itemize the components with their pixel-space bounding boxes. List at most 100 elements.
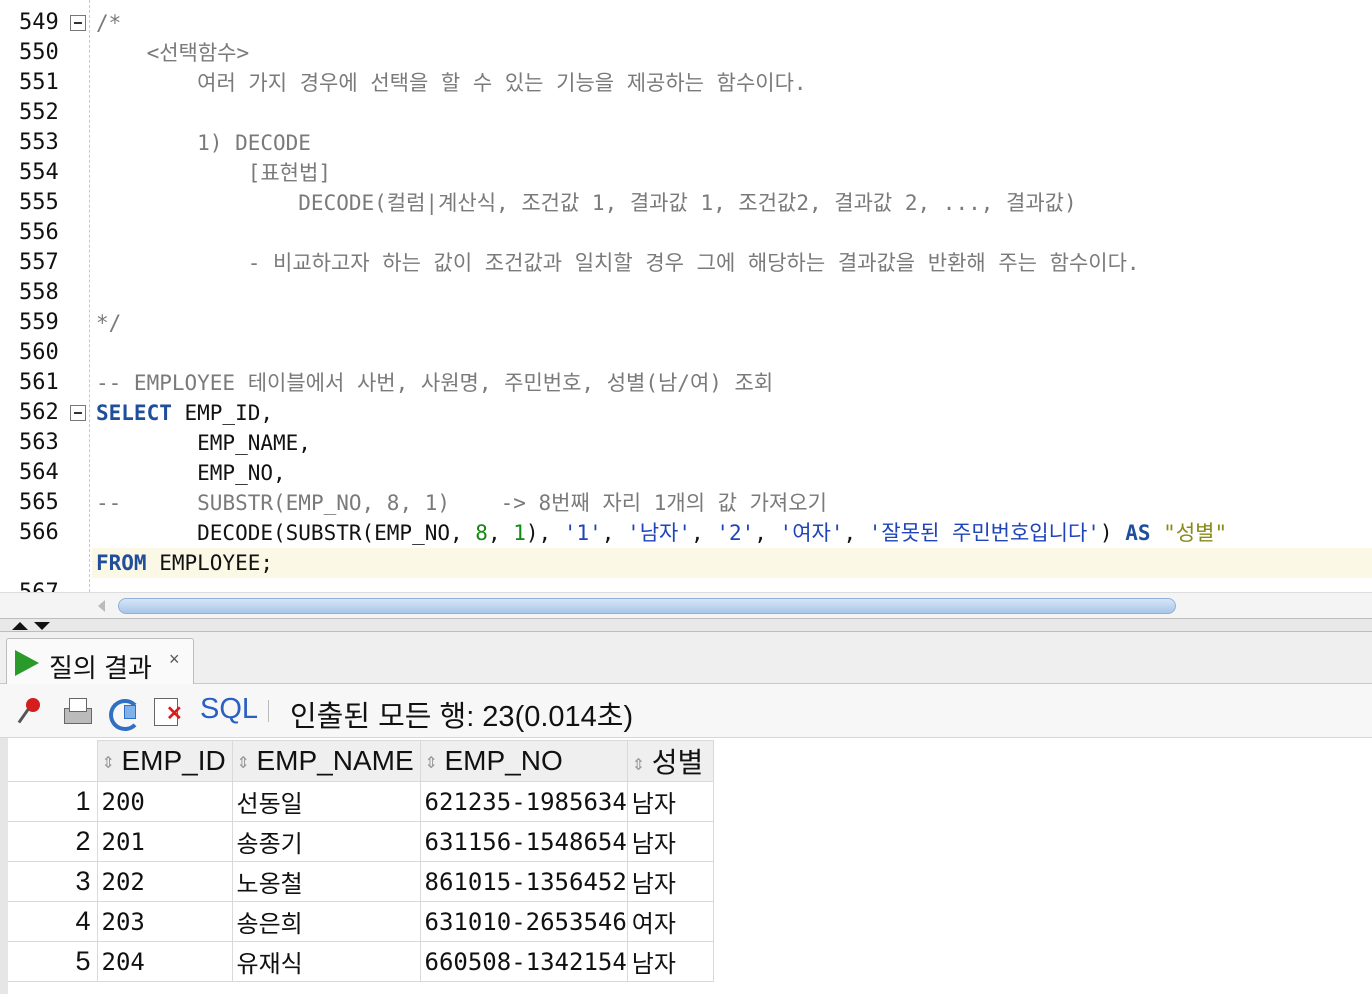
column-header-emp-no[interactable]: ⇕ EMP_NO bbox=[419, 740, 628, 782]
line-number: 550 bbox=[19, 40, 59, 65]
pin-icon[interactable] bbox=[16, 696, 48, 726]
code-line: DECODE(컬럼|계산식, 조건값 1, 결과값 1, 조건값2, 결과값 2… bbox=[96, 191, 1077, 215]
cell-emp-name[interactable]: 유재식 bbox=[231, 941, 421, 982]
gutter-scroll-strip bbox=[0, 592, 92, 618]
table-row[interactable]: 4 203 송은희 631010-2653546 여자 bbox=[8, 901, 714, 942]
splitter-down-arrow-icon[interactable] bbox=[34, 622, 50, 630]
code-text: , bbox=[601, 521, 628, 545]
number-literal: 1 bbox=[513, 521, 526, 545]
line-number: 558 bbox=[19, 280, 59, 305]
sort-icon[interactable]: ⇕ bbox=[632, 755, 646, 774]
grid-left-edge bbox=[0, 738, 8, 994]
clear-results-icon[interactable] bbox=[152, 696, 184, 726]
sql-keyword: SELECT bbox=[96, 401, 172, 425]
cell-emp-no[interactable]: 631010-2653546 bbox=[419, 901, 628, 942]
row-number: 5 bbox=[8, 941, 98, 982]
line-number: 567 bbox=[19, 578, 59, 592]
sort-icon[interactable]: ⇕ bbox=[237, 753, 251, 772]
line-number: 562 bbox=[19, 400, 59, 425]
cell-emp-name[interactable]: 노옹철 bbox=[231, 861, 421, 902]
table-row[interactable]: 5 204 유재식 660508-1342154 남자 bbox=[8, 941, 714, 982]
line-number: 556 bbox=[19, 220, 59, 245]
cell-emp-name[interactable]: 송종기 bbox=[231, 821, 421, 862]
tab-close-icon[interactable]: × bbox=[169, 649, 180, 670]
line-number: 553 bbox=[19, 130, 59, 155]
panel-splitter[interactable] bbox=[0, 618, 1372, 632]
sort-icon[interactable]: ⇕ bbox=[102, 753, 116, 772]
cell-emp-no[interactable]: 861015-1356452 bbox=[419, 861, 628, 902]
code-text: , bbox=[487, 521, 514, 545]
cell-gender[interactable]: 남자 bbox=[626, 781, 714, 822]
code-line: 1) DECODE bbox=[96, 131, 311, 155]
column-header-emp-id[interactable]: ⇕ EMP_ID bbox=[96, 740, 233, 782]
code-text: EMP_ID, bbox=[171, 401, 274, 425]
sql-editor[interactable]: 548 549 550 551 552 553 554 555 556 557 … bbox=[0, 0, 1372, 592]
line-number: 552 bbox=[19, 100, 59, 125]
line-number: 554 bbox=[19, 160, 59, 185]
string-literal: '남자' bbox=[627, 521, 692, 545]
line-number: 564 bbox=[19, 460, 59, 485]
line-number: 557 bbox=[19, 250, 59, 275]
cell-gender[interactable]: 여자 bbox=[626, 901, 714, 942]
line-number: 551 bbox=[19, 70, 59, 95]
row-number: 4 bbox=[8, 901, 98, 942]
code-text: ), bbox=[525, 521, 564, 545]
code-line: SELECT EMP_ID, bbox=[96, 398, 273, 428]
table-row[interactable]: 2 201 송종기 631156-1548654 남자 bbox=[8, 821, 714, 862]
alias-literal: "성별" bbox=[1163, 521, 1228, 545]
tab-query-result[interactable]: 질의 결과 × bbox=[6, 638, 194, 685]
line-number: 565 bbox=[19, 490, 59, 515]
fold-collapse-icon[interactable] bbox=[70, 15, 86, 31]
code-line: EMP_NO, bbox=[96, 461, 286, 485]
results-toolbar: SQL 인출된 모든 행: 23(0.014초) bbox=[0, 684, 1372, 738]
horizontal-scrollbar[interactable] bbox=[92, 592, 1372, 618]
code-text: , bbox=[843, 521, 869, 545]
cell-emp-no[interactable]: 631156-1548654 bbox=[419, 821, 628, 862]
print-icon[interactable] bbox=[60, 696, 92, 726]
line-number-gutter: 548 549 550 551 552 553 554 555 556 557 … bbox=[0, 0, 92, 592]
code-line: -- SUBSTR(EMP_NO, 8, 1) -> 8번째 자리 1개의 값 … bbox=[96, 488, 827, 518]
table-row[interactable]: 1 200 선동일 621235-1985634 남자 bbox=[8, 781, 714, 822]
cell-emp-id[interactable]: 200 bbox=[96, 781, 233, 822]
sql-keyword: FROM bbox=[96, 551, 147, 575]
sort-icon[interactable]: ⇕ bbox=[425, 753, 439, 772]
column-header-label: 성별 bbox=[651, 747, 704, 778]
cell-emp-name[interactable]: 선동일 bbox=[231, 781, 421, 822]
fold-collapse-icon[interactable] bbox=[70, 405, 86, 421]
cell-gender[interactable]: 남자 bbox=[626, 821, 714, 862]
string-literal: '여자' bbox=[779, 521, 844, 545]
scrollbar-thumb[interactable] bbox=[118, 598, 1176, 614]
cell-emp-id[interactable]: 204 bbox=[96, 941, 233, 982]
column-header-gender[interactable]: ⇕ 성별 bbox=[626, 740, 714, 782]
code-line: /* bbox=[96, 11, 122, 35]
cell-emp-no[interactable]: 621235-1985634 bbox=[419, 781, 628, 822]
cell-emp-no[interactable]: 660508-1342154 bbox=[419, 941, 628, 982]
cell-emp-id[interactable]: 201 bbox=[96, 821, 233, 862]
cell-gender[interactable]: 남자 bbox=[626, 941, 714, 982]
code-line: -- EMPLOYEE 테이블에서 사번, 사원명, 주민번호, 성별(남/여)… bbox=[96, 371, 774, 395]
sql-button[interactable]: SQL bbox=[200, 693, 258, 726]
splitter-up-arrow-icon[interactable] bbox=[12, 622, 28, 630]
cell-emp-id[interactable]: 203 bbox=[96, 901, 233, 942]
code-line: <선택함수> bbox=[96, 41, 250, 65]
code-line: FROM EMPLOYEE; bbox=[96, 548, 273, 578]
run-play-icon bbox=[15, 650, 39, 676]
cell-gender[interactable]: 남자 bbox=[626, 861, 714, 902]
code-text: , bbox=[691, 521, 717, 545]
column-header-label: EMP_NAME bbox=[256, 745, 414, 776]
toolbar-separator bbox=[268, 700, 269, 722]
scroll-left-arrow-icon[interactable] bbox=[98, 600, 105, 612]
code-comment: SUBSTR(EMP_NO, 8, 1) -> 8번째 자리 1개의 값 가져오… bbox=[121, 491, 827, 515]
table-row[interactable]: 3 202 노옹철 861015-1356452 남자 bbox=[8, 861, 714, 902]
cell-emp-id[interactable]: 202 bbox=[96, 861, 233, 902]
comment-marker: -- bbox=[96, 491, 122, 515]
number-literal: 8 bbox=[475, 521, 488, 545]
cell-emp-name[interactable]: 송은희 bbox=[231, 901, 421, 942]
line-number: 560 bbox=[19, 340, 59, 365]
table-header-row: ⇕ EMP_ID ⇕ EMP_NAME ⇕ EMP_NO ⇕ 성별 bbox=[8, 740, 714, 782]
refresh-icon[interactable] bbox=[106, 696, 141, 731]
code-line: 여러 가지 경우에 선택을 할 수 있는 기능을 제공하는 함수이다. bbox=[96, 71, 807, 95]
column-header-emp-name[interactable]: ⇕ EMP_NAME bbox=[231, 740, 421, 782]
results-table: ⇕ EMP_ID ⇕ EMP_NAME ⇕ EMP_NO ⇕ 성별 1 200 선동일 … bbox=[8, 740, 714, 982]
